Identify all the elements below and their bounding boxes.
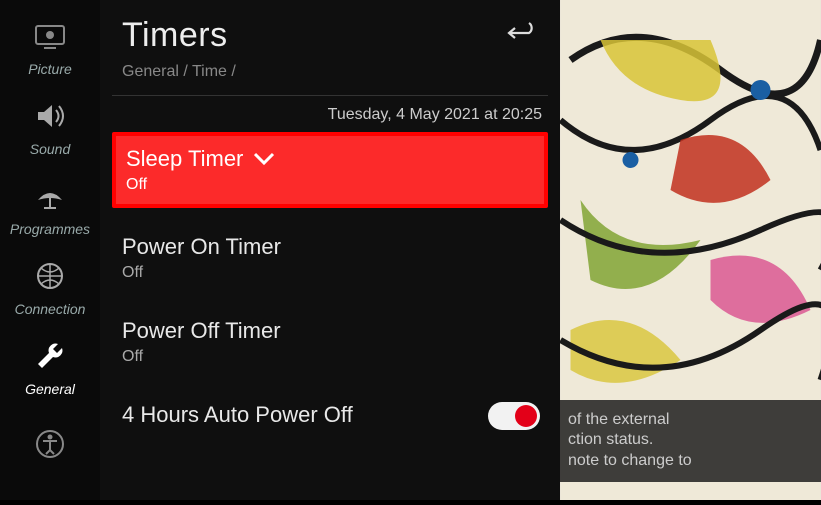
sidebar-item-accessibility[interactable] [0, 406, 100, 486]
sidebar-item-connection[interactable]: Connection [0, 246, 100, 326]
setting-sleep-timer[interactable]: Sleep Timer Off [112, 132, 548, 208]
chevron-down-icon [253, 146, 275, 172]
back-icon [506, 22, 536, 44]
setting-power-on-timer[interactable]: Power On Timer Off [112, 224, 548, 292]
globe-icon [29, 255, 71, 297]
sidebar-item-programmes[interactable]: Programmes [0, 166, 100, 246]
settings-sidebar: Picture Sound Programmes Connection Gene… [0, 0, 100, 500]
setting-value: Off [122, 264, 538, 282]
current-datetime: Tuesday, 4 May 2021 at 20:25 [100, 96, 560, 132]
setting-label: 4 Hours Auto Power Off [122, 402, 353, 428]
page-title: Timers [122, 16, 538, 55]
sidebar-item-general[interactable]: General [0, 326, 100, 406]
hint-line: ction status. [568, 430, 813, 451]
guide-hint-overlay: of the external ction status. note to ch… [560, 400, 821, 482]
setting-value: Off [126, 176, 534, 194]
sidebar-item-sound[interactable]: Sound [0, 86, 100, 166]
sound-icon [29, 95, 71, 137]
sidebar-item-label: Programmes [10, 221, 90, 237]
sidebar-item-label: Sound [30, 141, 70, 157]
setting-auto-power-off[interactable]: 4 Hours Auto Power Off [112, 392, 548, 438]
satellite-icon [29, 175, 71, 217]
sidebar-item-label: Picture [28, 61, 72, 77]
background-content: of the external ction status. note to ch… [560, 0, 821, 500]
accessibility-icon [29, 423, 71, 465]
wrench-icon [29, 335, 71, 377]
setting-value: Off [122, 348, 538, 366]
toggle-switch[interactable] [488, 402, 540, 430]
hint-line: of the external [568, 410, 813, 431]
back-button[interactable] [504, 20, 538, 46]
sidebar-item-label: Connection [15, 301, 86, 317]
sidebar-item-label: General [25, 381, 75, 397]
picture-icon [29, 15, 71, 57]
breadcrumb: General / Time / [122, 63, 538, 81]
settings-panel: Timers General / Time / Tuesday, 4 May 2… [100, 0, 560, 500]
setting-label: Sleep Timer [126, 146, 243, 172]
setting-label: Power On Timer [122, 234, 281, 260]
toggle-knob [515, 405, 537, 427]
sidebar-item-picture[interactable]: Picture [0, 6, 100, 86]
setting-label: Power Off Timer [122, 318, 281, 344]
hint-line: note to change to [568, 451, 813, 472]
setting-power-off-timer[interactable]: Power Off Timer Off [112, 308, 548, 376]
